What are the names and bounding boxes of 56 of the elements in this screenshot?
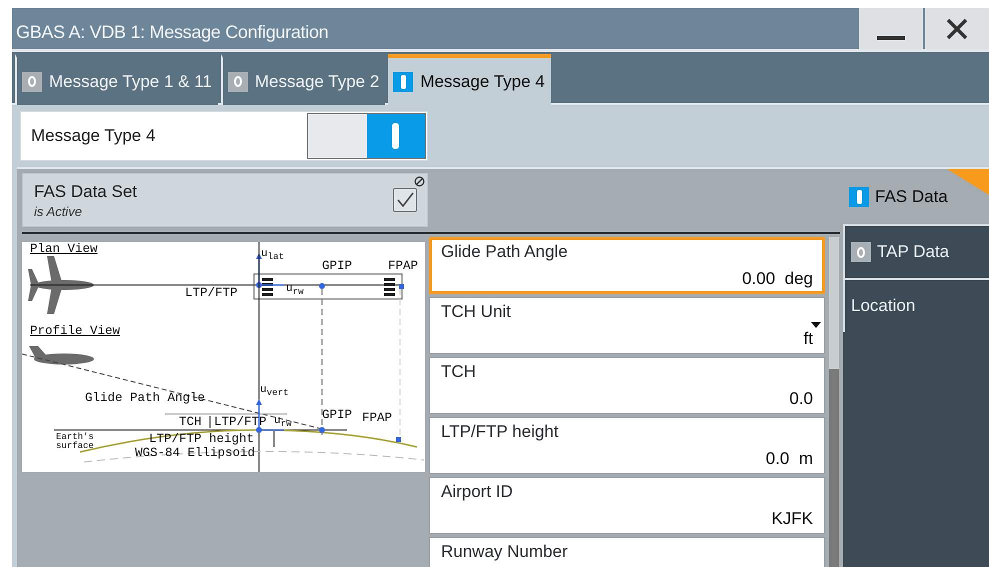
checkbox-label: FAS Data Set: [34, 182, 137, 202]
close-icon: [946, 18, 968, 40]
axis-label: u$_{lat}$: [261, 249, 284, 262]
check-icon: [396, 192, 414, 208]
diagram-label: FPAP: [362, 412, 392, 424]
axis-label: u$_{rw}$: [286, 284, 304, 296]
field-label: Airport ID: [441, 482, 514, 502]
input-field[interactable]: TCH Unit ft: [429, 297, 825, 354]
field-label: TCH: [441, 362, 477, 382]
side-tab[interactable]: TAP Data: [843, 224, 989, 278]
field-value: ft: [804, 329, 813, 349]
close-button[interactable]: [925, 8, 989, 49]
tab[interactable]: Message Type 2: [220, 54, 386, 105]
view-heading: Profile View: [30, 325, 120, 338]
diagram-label: Glide Path Angle: [85, 392, 206, 404]
input-field[interactable]: LTP/FTP height 0.0 m: [429, 417, 825, 474]
input-field[interactable]: Runway Number: [429, 537, 825, 567]
field-value: 0.00 deg: [742, 269, 813, 289]
minimize-icon: [877, 36, 905, 40]
tab[interactable]: Message Type 4: [388, 54, 551, 105]
view-heading: Plan View: [30, 243, 98, 256]
diagram-label: WGS-84 Ellipsoid: [135, 447, 256, 460]
window-title: GBAS A: VDB 1: Message Configuration: [15, 21, 330, 44]
dropdown-caret-icon: [811, 322, 821, 328]
field-label: LTP/FTP height: [441, 422, 560, 442]
minimize-button[interactable]: [859, 8, 923, 49]
diagram-label: GPIP: [322, 409, 352, 422]
selection-corner-icon: [947, 169, 989, 195]
axis-label: u$_{vert}$: [260, 385, 289, 398]
switch-label: Message Type 4: [31, 126, 156, 146]
diagram-label: LTP/FTP height: [149, 433, 254, 446]
field-label: Runway Number: [441, 542, 569, 562]
profile-airplane-icon: [29, 346, 94, 364]
no-entry-icon: [414, 176, 425, 187]
diagram-label: TCH: [179, 416, 202, 428]
input-field[interactable]: Airport ID KJFK: [429, 477, 825, 534]
side-tab[interactable]: FAS Data: [843, 169, 989, 224]
diagram-label: LTP/FTP: [185, 287, 238, 300]
diagram-label: FPAP: [388, 260, 418, 272]
diagram-label: GPIP: [322, 260, 352, 272]
input-field[interactable]: TCH 0.0: [429, 357, 825, 414]
field-value: 0.0: [789, 389, 813, 409]
diagram-label: Earth's surface: [56, 433, 95, 451]
input-field[interactable]: Glide Path Angle 0.00 deg: [429, 237, 825, 294]
status-text: is Active: [34, 204, 83, 218]
field-label: Glide Path Angle: [441, 242, 569, 262]
side-tab[interactable]: Location: [843, 278, 989, 332]
field-value: 0.0 m: [766, 449, 813, 469]
field-value: KJFK: [771, 509, 813, 529]
plan-airplane-icon: [28, 256, 94, 314]
field-label: TCH Unit: [441, 302, 512, 322]
checkbox[interactable]: [393, 188, 417, 212]
tab[interactable]: Message Type 1 & 11: [15, 54, 218, 105]
scrollbar[interactable]: [829, 237, 839, 567]
toggle-switch[interactable]: [307, 113, 426, 159]
axis-label: u$_{rw}$: [274, 416, 292, 428]
